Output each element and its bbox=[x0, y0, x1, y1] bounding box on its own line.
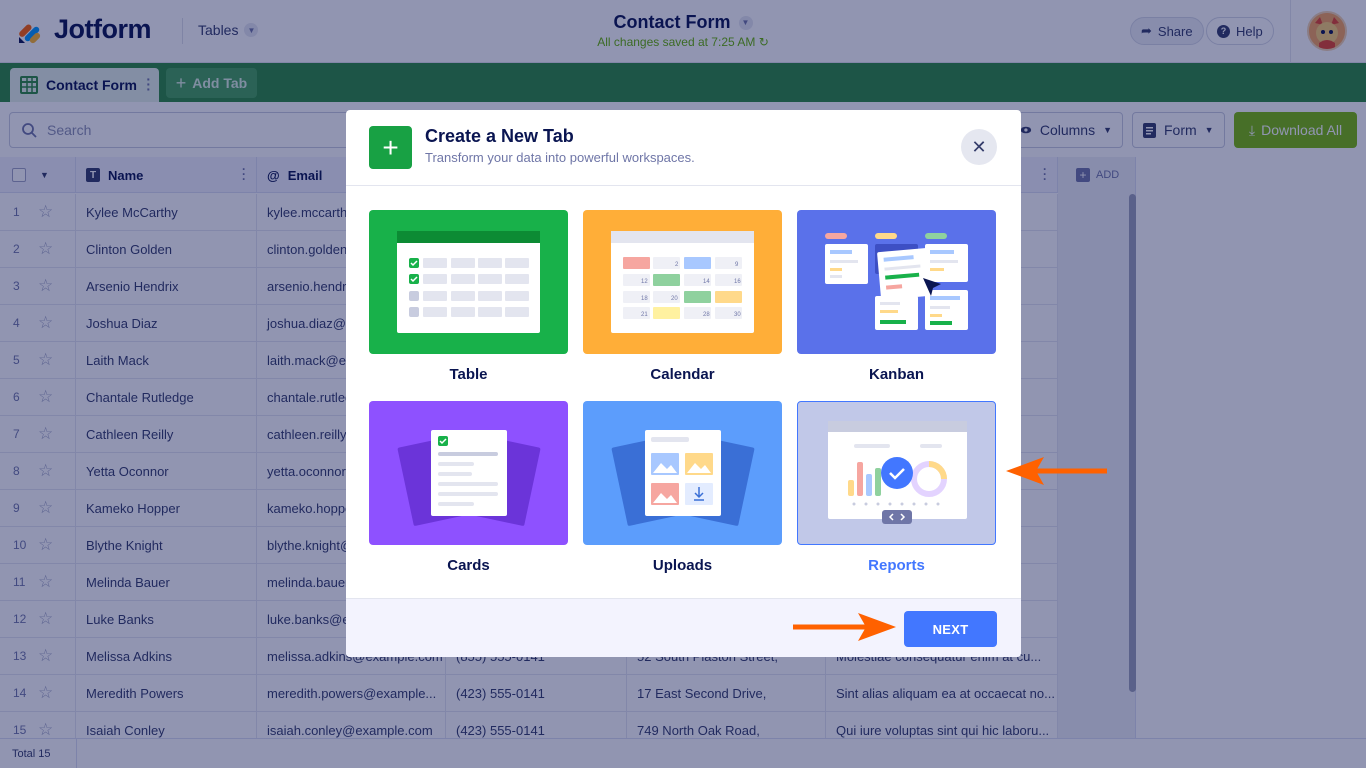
close-button[interactable]: ✕ bbox=[961, 129, 997, 165]
option-reports[interactable]: Reports bbox=[797, 401, 996, 574]
uploads-illustration-icon bbox=[611, 430, 755, 526]
calendar-illustration-icon: 29 12 14 16 18 20 21 28 30 bbox=[611, 231, 754, 333]
option-label: Reports bbox=[868, 557, 925, 574]
reports-illustration bbox=[797, 401, 996, 545]
option-kanban[interactable]: Kanban bbox=[797, 210, 996, 383]
kanban-illustration-icon bbox=[825, 233, 968, 330]
option-label: Kanban bbox=[868, 366, 924, 383]
calendar-illustration: 29 12 14 16 18 20 21 28 30 bbox=[583, 210, 782, 354]
option-label: Calendar bbox=[650, 366, 715, 383]
close-icon: ✕ bbox=[971, 136, 987, 157]
option-label: Table bbox=[449, 366, 488, 383]
calendar-day: 12 bbox=[641, 279, 648, 285]
calendar-day: 20 bbox=[671, 296, 678, 302]
option-calendar[interactable]: 29 12 14 16 18 20 21 28 30 Calendar bbox=[583, 210, 782, 383]
kanban-illustration bbox=[797, 210, 996, 354]
table-illustration-icon bbox=[397, 231, 540, 333]
table-illustration bbox=[369, 210, 568, 354]
option-table[interactable]: Table bbox=[369, 210, 568, 383]
option-label: Cards bbox=[447, 557, 490, 574]
calendar-day: 30 bbox=[734, 312, 741, 318]
annotation-arrow-right-icon bbox=[793, 613, 896, 641]
cards-illustration-icon bbox=[397, 430, 541, 526]
calendar-day: 16 bbox=[734, 279, 741, 285]
modal-title: Create a New Tab bbox=[425, 126, 574, 146]
modal-header: + Create a New Tab Transform your data i… bbox=[346, 110, 1021, 186]
calendar-day: 28 bbox=[703, 312, 710, 318]
modal-footer: NEXT bbox=[346, 598, 1021, 657]
plus-icon: + bbox=[369, 126, 412, 169]
selected-check-icon bbox=[881, 457, 913, 489]
option-cards[interactable]: Cards bbox=[369, 401, 568, 574]
annotation-arrow-left-icon bbox=[1006, 457, 1107, 485]
calendar-day: 14 bbox=[703, 279, 710, 285]
option-label: Uploads bbox=[652, 557, 713, 574]
calendar-day: 18 bbox=[641, 296, 648, 302]
option-uploads[interactable]: Uploads bbox=[583, 401, 782, 574]
calendar-day: 21 bbox=[641, 312, 648, 318]
modal-subtitle: Transform your data into powerful worksp… bbox=[425, 150, 695, 165]
next-button[interactable]: NEXT bbox=[904, 611, 997, 647]
tab-type-options: Table 29 12 14 16 18 20 21 28 30 Calenda… bbox=[346, 186, 1021, 598]
reports-illustration-icon bbox=[828, 421, 967, 524]
create-tab-modal: + Create a New Tab Transform your data i… bbox=[346, 110, 1021, 657]
cards-illustration bbox=[369, 401, 568, 545]
uploads-illustration bbox=[583, 401, 782, 545]
